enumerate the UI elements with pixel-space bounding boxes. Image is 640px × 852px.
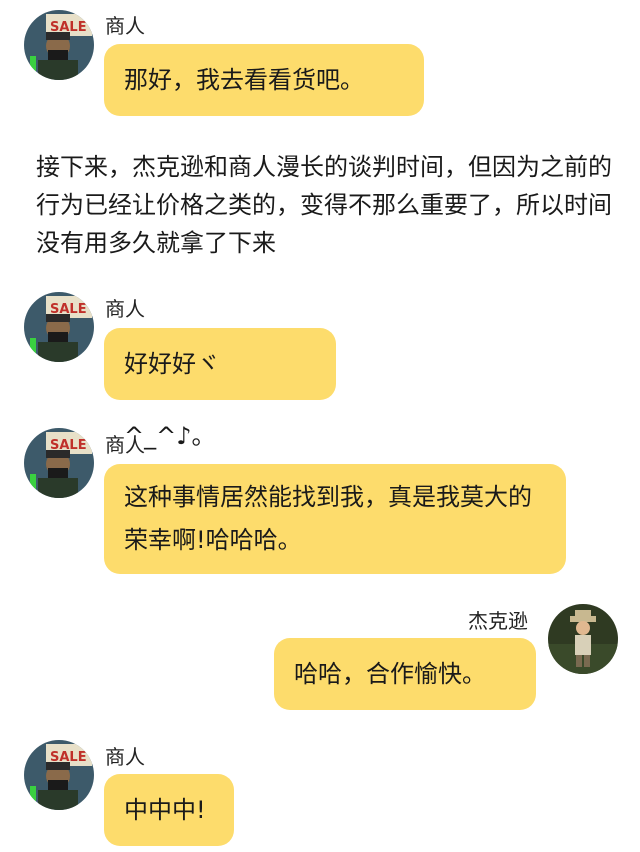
merchant-avatar-icon[interactable]: SALE: [24, 740, 94, 810]
message-bubble[interactable]: 中中中!: [104, 774, 234, 846]
message-bubble[interactable]: 好好好ヾ ^_^♪。: [104, 328, 336, 450]
sender-name: 商人: [105, 745, 145, 769]
merchant-avatar-icon[interactable]: SALE: [24, 10, 94, 80]
message-bubble[interactable]: 那好，我去看看货吧。: [104, 44, 424, 116]
message-bubble[interactable]: 这种事情居然能找到我，真是我莫大的荣幸啊!哈哈哈。: [104, 464, 566, 574]
jackson-avatar-icon[interactable]: [548, 604, 618, 674]
message-bubble[interactable]: 哈哈，合作愉快。: [274, 638, 536, 710]
sender-name: 商人: [105, 297, 145, 321]
sender-name: 杰克逊: [468, 609, 528, 633]
merchant-avatar-icon[interactable]: SALE: [24, 292, 94, 362]
narration-text: 接下来，杰克逊和商人漫长的谈判时间，但因为之前的行为已经让价格之类的，变得不那么…: [36, 153, 612, 257]
sender-name: 商人: [105, 14, 145, 38]
merchant-avatar-icon[interactable]: SALE: [24, 428, 94, 498]
sender-name: 商人: [105, 433, 145, 457]
